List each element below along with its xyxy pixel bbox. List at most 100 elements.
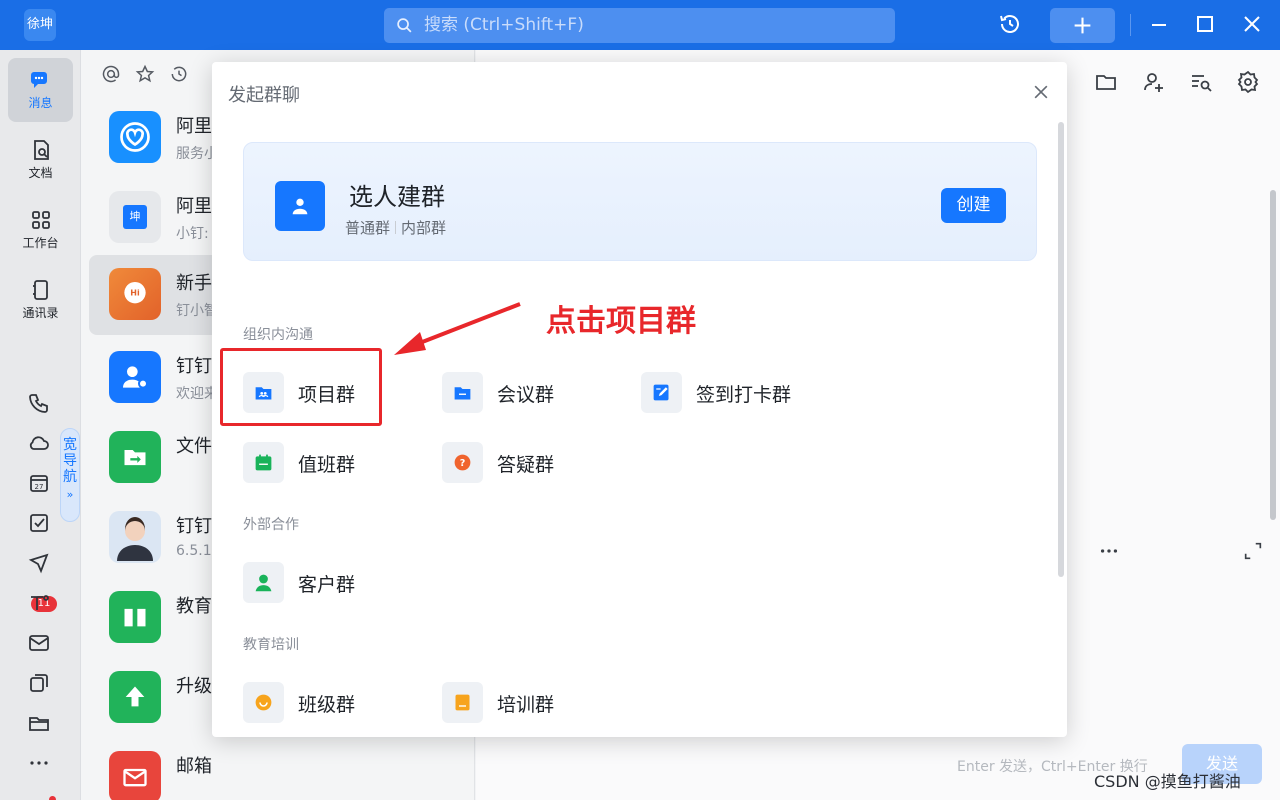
search-input[interactable]: 搜索 (Ctrl+Shift+F) [384,8,895,43]
more-options-icon[interactable] [1098,540,1120,562]
annotation-highlight-box [220,348,382,426]
meeting-group-icon [442,372,483,413]
chat-snippet: 小钉: [176,226,209,242]
upgrade-arrow-icon [125,686,145,707]
group-type-customer[interactable]: 客户群 [243,562,423,606]
close-icon[interactable] [1031,82,1051,102]
select-people-card[interactable]: 选人建群 普通群 内部群 创建 [243,142,1037,261]
checkin-group-icon [641,372,682,413]
contacts-icon [32,280,48,300]
section-title: 外部合作 [243,517,299,533]
nav-label-workbench: 工作台 [22,236,59,250]
close-window-icon[interactable] [1240,12,1264,36]
calendar-icon[interactable]: 27 [27,471,51,495]
chat-name: 阿里 [176,196,212,217]
dialog-scrollbar[interactable] [1058,122,1064,577]
recent-icon[interactable] [169,64,189,84]
add-member-icon[interactable] [1142,70,1166,94]
dialog-title: 发起群聊 [228,85,300,106]
class-group-icon [243,682,284,723]
watermark: CSDN @摸鱼打酱油 [1094,772,1241,791]
history-icon[interactable] [998,12,1022,36]
section-title: 组织内沟通 [243,327,313,343]
tag-internal-group: 内部群 [401,219,447,237]
chat-name: 升级 [176,676,212,697]
svg-text:27: 27 [35,483,44,491]
avatar [109,591,161,643]
search-history-icon[interactable] [1189,70,1213,94]
ding-icon[interactable] [27,551,51,575]
workbench-icon [31,211,50,229]
svg-text:Hi: Hi [130,288,140,297]
training-group-icon [442,682,483,723]
search-icon [397,18,412,33]
user-settings-icon [123,366,148,389]
folder-transfer-icon [124,450,146,466]
avatar-text: 坤 [123,205,147,229]
more-notification-dot [49,796,56,800]
title-bar: 徐坤 搜索 (Ctrl+Shift+F) [0,0,1280,50]
message-icon [30,72,47,88]
group-label: 培训群 [497,694,555,716]
nav-item-workbench[interactable]: 工作台 [8,198,73,262]
annotation-text: 点击项目群 [546,304,696,339]
hero-icon [275,181,325,231]
nav-label-contacts: 通讯录 [22,306,59,320]
group-type-checkin[interactable]: 签到打卡群 [641,372,821,416]
nav-label-docs: 文档 [28,166,53,180]
folder-icon[interactable] [27,711,51,735]
maximize-icon[interactable] [1193,12,1217,36]
star-icon[interactable] [135,64,155,84]
wide-nav-toggle[interactable]: 宽导航 » [60,428,80,522]
person-icon [292,198,308,215]
chat-snippet: 6.5.1 [176,543,212,559]
create-button[interactable]: 创建 [941,188,1006,223]
chat-item[interactable]: 邮箱 [89,738,473,800]
mail-icon[interactable] [27,631,51,655]
question-group-icon: ? [442,442,483,483]
heart-shield-icon [120,122,150,152]
group-label: 客户群 [298,574,356,596]
add-button[interactable] [1050,8,1115,43]
layers-icon[interactable] [27,671,51,695]
chat-name: 钉钉 [176,356,212,377]
settings-icon[interactable] [1236,70,1260,94]
avatar [109,751,161,800]
group-label: 会议群 [497,384,555,406]
phone-icon[interactable] [27,391,51,415]
minimize-icon[interactable] [1147,12,1171,36]
svg-text:?: ? [460,458,466,469]
customer-group-icon [243,562,284,603]
nav-label-messages: 消息 [28,96,53,110]
nav-item-messages[interactable]: 消息 [8,58,73,122]
avatar [109,671,161,723]
nav-item-contacts[interactable]: 通讯录 [8,268,73,332]
text-tool-icon[interactable] [27,591,51,615]
tag-normal-group: 普通群 [345,219,391,237]
plus-icon [1074,17,1091,34]
group-label: 签到打卡群 [696,384,792,406]
chat-name: 新手 [176,273,212,294]
group-type-training[interactable]: 培训群 [442,682,622,726]
avatar [109,431,161,483]
group-type-qa[interactable]: ? 答疑群 [442,442,622,486]
folder-icon[interactable] [1094,70,1118,94]
chat-scrollbar[interactable] [1270,190,1276,520]
group-type-meeting[interactable]: 会议群 [442,372,622,416]
group-type-duty[interactable]: 值班群 [243,442,423,486]
group-label: 答疑群 [497,454,555,476]
todo-icon[interactable] [27,511,51,535]
expand-icon[interactable] [1242,540,1264,562]
mention-icon[interactable] [101,64,121,84]
duty-group-icon [243,442,284,483]
nav-item-docs[interactable]: 文档 [8,128,73,192]
avatar: Hi [109,268,161,320]
chat-name: 文件 [176,436,212,457]
book-icon [124,608,146,627]
avatar [109,111,161,163]
group-type-class[interactable]: 班级群 [243,682,423,726]
user-avatar[interactable]: 徐坤 [24,9,56,41]
more-icon[interactable] [27,751,51,775]
cloud-icon[interactable] [27,431,51,455]
annotation-arrow-icon [394,302,521,355]
